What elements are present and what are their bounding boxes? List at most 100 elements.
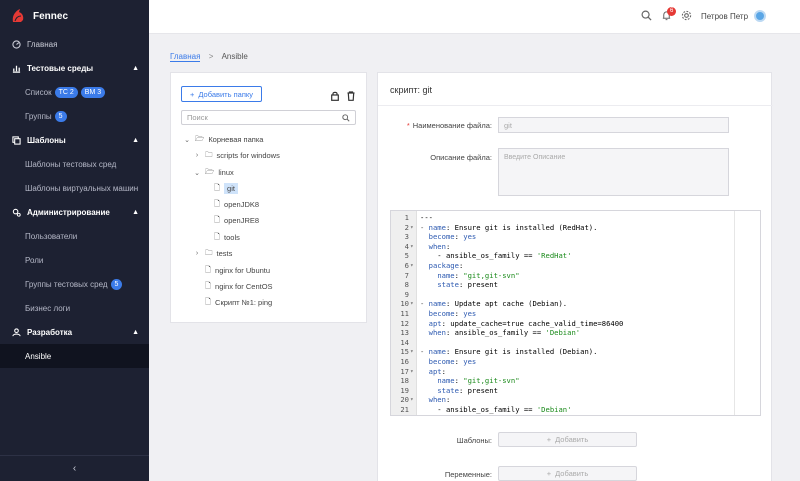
- sidebar-item-vm-templates[interactable]: Шаблоны виртуальных машин: [0, 176, 149, 200]
- code-text: state: present: [437, 280, 498, 290]
- code-line[interactable]: 2 ▾ - name: Ensure git is installed (RedHa…: [391, 223, 760, 233]
- code-editor[interactable]: 1 --- 2 ▾ - name: Ensure git is installed (R…: [390, 210, 761, 416]
- sidebar-item-env-groups[interactable]: Группы тестовых сред 5: [0, 272, 149, 296]
- user-icon: [12, 327, 21, 336]
- code-line[interactable]: 12 apt: update_cache=true cache_valid_ti…: [391, 319, 760, 329]
- tree-node-scripts-windows[interactable]: › 🗀 scripts for windows: [193, 149, 280, 162]
- sidebar-collapse-button[interactable]: ‹: [0, 455, 149, 481]
- fold-chevron-icon[interactable]: ▾: [410, 395, 416, 405]
- tree-node-root[interactable]: ⌄ 🗁 Корневая папка: [183, 133, 263, 146]
- sidebar-item-label: Список: [25, 87, 52, 97]
- user-name[interactable]: Петров Петр: [701, 12, 748, 21]
- folder-open-icon: 🗁: [205, 167, 215, 176]
- detail-title: скрипт: git: [390, 85, 432, 95]
- fold-chevron-icon[interactable]: ▾: [410, 223, 416, 233]
- chevron-right-icon[interactable]: ›: [193, 152, 201, 159]
- code-line[interactable]: 21 - ansible_os_family == 'Debian': [391, 405, 760, 415]
- add-template-button[interactable]: + Добавить: [498, 432, 637, 447]
- search-icon[interactable]: [342, 113, 350, 122]
- code-line[interactable]: 16 become: yes: [391, 357, 760, 367]
- code-line[interactable]: 20 ▾ when:: [391, 395, 760, 405]
- fold-chevron-icon[interactable]: ▾: [410, 347, 416, 357]
- tree-node-tests[interactable]: › 🗀 tests: [193, 247, 233, 260]
- top-header: 6 Петров Петр: [149, 0, 800, 34]
- tree-node-nginx-centos[interactable]: 🗋 nginx for CentOS: [205, 280, 273, 293]
- tree-node-label: linux: [218, 168, 234, 177]
- sidebar-item-groups[interactable]: Группы 5: [0, 104, 149, 128]
- sidebar-item-list[interactable]: Список ТС 2 ВМ 3: [0, 80, 149, 104]
- chevron-down-icon[interactable]: ⌄: [183, 136, 191, 144]
- code-line[interactable]: 8 state: present: [391, 280, 760, 290]
- avatar[interactable]: [754, 10, 766, 22]
- code-text: name: "git,git-svn": [437, 376, 520, 386]
- sidebar-item-business-logs[interactable]: Бизнес логи: [0, 296, 149, 320]
- search-icon[interactable]: [641, 10, 652, 21]
- fold-chevron-icon[interactable]: ▾: [410, 261, 416, 271]
- code-line[interactable]: 14: [391, 338, 760, 348]
- sidebar-item-roles[interactable]: Роли: [0, 248, 149, 272]
- code-line[interactable]: 19 state: present: [391, 386, 760, 396]
- code-line[interactable]: 15 ▾ - name: Ensure git is installed (Debi…: [391, 347, 760, 357]
- line-number: 16: [400, 357, 409, 366]
- chevron-up-icon: ▲: [132, 136, 139, 144]
- sidebar-item-users[interactable]: Пользователи: [0, 224, 149, 248]
- name-input[interactable]: [498, 117, 729, 133]
- sidebar-section-admin[interactable]: Администрирование ▲: [0, 200, 149, 224]
- plus-icon: +: [189, 89, 195, 99]
- tree-node-label: openJDK8: [224, 200, 260, 209]
- desc-input[interactable]: [498, 148, 729, 196]
- sidebar-section-dev[interactable]: Разработка ▲: [0, 320, 149, 344]
- tree-node-label: Скрипт №1: ping: [215, 298, 273, 307]
- code-line[interactable]: 7 name: "git,git-svn": [391, 271, 760, 281]
- tree-node-openjdk8[interactable]: 🗋 openJDK8: [214, 198, 259, 211]
- fold-chevron-icon[interactable]: ▾: [410, 242, 416, 252]
- fold-chevron-icon[interactable]: ▾: [410, 367, 416, 377]
- code-line[interactable]: 9: [391, 290, 760, 300]
- tree-node-tools[interactable]: 🗋 tools: [214, 231, 240, 244]
- add-variable-button[interactable]: + Добавить: [498, 466, 637, 481]
- sidebar-section-test-envs[interactable]: Тестовые среды ▲: [0, 56, 149, 80]
- code-line[interactable]: 1 ---: [391, 213, 760, 223]
- sidebar-section-templates[interactable]: Шаблоны ▲: [0, 128, 149, 152]
- tree-node-label: git: [224, 183, 238, 194]
- sidebar-item-home[interactable]: Главная: [0, 32, 149, 56]
- brand[interactable]: Fennec: [0, 0, 149, 32]
- code-line[interactable]: 6 ▾ package:: [391, 261, 760, 271]
- trash-icon[interactable]: [347, 91, 355, 101]
- tree-node-label: nginx for CentOS: [215, 282, 273, 291]
- code-line[interactable]: 22: [391, 414, 760, 415]
- line-number: 20: [400, 395, 409, 405]
- tree-node-nginx-ubuntu[interactable]: 🗋 nginx for Ubuntu: [205, 264, 270, 277]
- sidebar-item-label: Ansible: [25, 351, 52, 361]
- code-line[interactable]: 3 become: yes: [391, 232, 760, 242]
- code-line[interactable]: 4 ▾ when:: [391, 242, 760, 252]
- tree-node-script-ping[interactable]: 🗋 Скрипт №1: ping: [205, 296, 272, 309]
- code-line[interactable]: 5 - ansible_os_family == 'RedHat': [391, 251, 760, 261]
- detail-panel: скрипт: git *Наименование файла: Описани…: [377, 72, 773, 481]
- lock-icon[interactable]: [331, 91, 339, 101]
- breadcrumb-home-link[interactable]: Главная: [170, 52, 201, 62]
- line-number: 19: [400, 385, 409, 395]
- code-line[interactable]: 17 ▾ apt:: [391, 367, 760, 377]
- chevron-down-icon[interactable]: ⌄: [193, 169, 201, 177]
- code-line[interactable]: 13 when: ansible_os_family == 'Debian': [391, 328, 760, 338]
- add-folder-button[interactable]: + Добавить папку: [181, 86, 262, 102]
- sidebar-item-test-env-templates[interactable]: Шаблоны тестовых сред: [0, 152, 149, 176]
- code-line[interactable]: 10 ▾ - name: Update apt cache (Debian).: [391, 299, 760, 309]
- chevron-right-icon[interactable]: ›: [193, 250, 201, 257]
- gear-icon[interactable]: [681, 10, 692, 21]
- line-number: 15: [400, 347, 409, 357]
- code-line[interactable]: 18 name: "git,git-svn": [391, 376, 760, 386]
- text-caret: [420, 414, 421, 415]
- sidebar-item-label: Бизнес логи: [25, 303, 71, 313]
- tree-node-git[interactable]: 🗋 git: [214, 182, 238, 195]
- badge-vm: ВМ 3: [80, 86, 106, 98]
- code-line[interactable]: 11 become: yes: [391, 309, 760, 319]
- code-text: ---: [420, 213, 433, 222]
- tree-node-linux[interactable]: ⌄ 🗁 linux: [193, 166, 234, 179]
- tree-search-input[interactable]: [187, 113, 342, 122]
- tree-node-openjre8[interactable]: 🗋 openJRE8: [214, 214, 259, 227]
- fold-chevron-icon[interactable]: ▾: [410, 299, 416, 309]
- breadcrumb-current: Ansible: [221, 52, 248, 61]
- sidebar-item-ansible[interactable]: Ansible: [0, 344, 149, 368]
